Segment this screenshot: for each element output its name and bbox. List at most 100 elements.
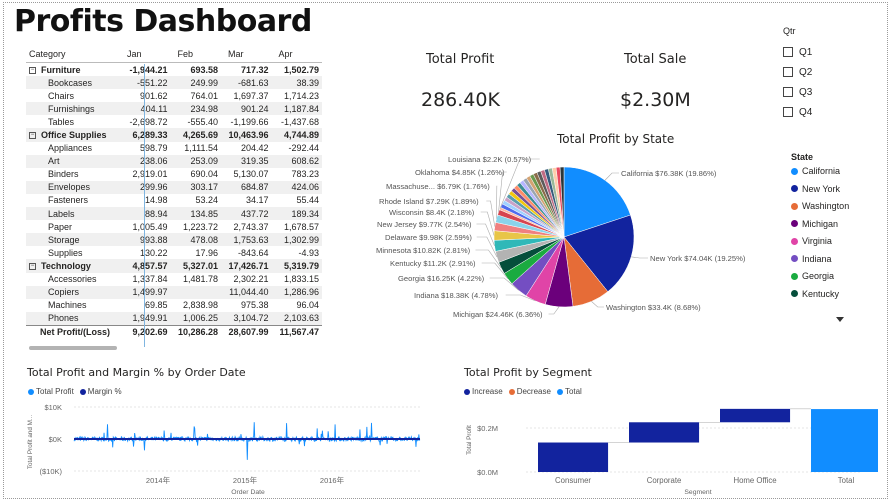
checkbox-icon[interactable] [783, 107, 793, 117]
checkbox-icon[interactable] [783, 47, 793, 57]
bar-total[interactable] [811, 409, 878, 472]
pie-legend-item-kentucky[interactable]: Kentucky [791, 289, 839, 299]
matrix-cell: 303.17 [190, 182, 218, 193]
matrix-cell: -551.22 [136, 77, 168, 88]
legend-dot-increase [464, 388, 470, 395]
line-chart-title: Total Profit and Margin % by Order Date [27, 366, 246, 379]
collapse-minus-icon[interactable]: − [29, 66, 36, 74]
matrix-category-row[interactable]: − Technology 4,857.57 5,327.01 17,426.71 5,31… [26, 259, 322, 273]
pie-legend-item-new-york[interactable]: New York [791, 184, 840, 194]
matrix-cell: 53.24 [195, 195, 218, 206]
pie-leader-line [591, 301, 604, 308]
matrix-cell: -681.63 [237, 77, 269, 88]
pie-legend-item-california[interactable]: California [791, 166, 840, 176]
matrix-subcategory-row[interactable]: Accessories 1,337.84 1,481.78 2,302.21 1,833… [26, 273, 322, 286]
matrix-subcategory-row[interactable]: Art 238.06 253.09 319.35 608.62 [26, 154, 322, 168]
chevron-down-icon[interactable] [836, 317, 844, 322]
matrix-cell: 6,289.33 [132, 130, 168, 141]
pie-leader-line [496, 185, 498, 219]
slicer-item-q2[interactable]: Q2 [783, 62, 812, 82]
pie-label-new-york: New York $74.04K (19.25%) [650, 254, 746, 263]
matrix-subcategory-row[interactable]: Fasteners 14.98 53.24 34.17 55.44 [26, 194, 322, 207]
y-tick-label: $0.2M [477, 424, 498, 433]
matrix-cell: 11,567.47 [279, 326, 319, 337]
series-total-profit[interactable] [73, 422, 421, 460]
matrix-cell: 9,202.69 [132, 326, 168, 337]
matrix-header-feb[interactable]: Feb [171, 49, 222, 59]
matrix-row-label: Accessories [48, 274, 97, 285]
legend-label: Michigan [802, 218, 839, 229]
slicer-item-label: Q1 [799, 46, 813, 58]
pie-label-oklahoma: Oklahoma $4.85K (1.26%) [415, 168, 505, 177]
pie-label-rhode-island: Rhode Island $7.29K (1.89%) [379, 197, 479, 206]
matrix-header-jan[interactable]: Jan [120, 49, 171, 59]
matrix-cell: 1,223.72 [182, 221, 218, 232]
matrix-subcategory-row[interactable]: Labels 88.94 134.85 437.72 189.34 [26, 207, 322, 221]
pie-label-kentucky: Kentucky $11.2K (2.91%) [390, 259, 476, 268]
matrix-total-row[interactable]: Net Profit/(Loss) 9,202.69 10,286.28 28,607… [26, 324, 322, 338]
matrix-subcategory-row[interactable]: Envelopes 299.96 303.17 684.87 424.06 [26, 180, 322, 194]
matrix-row-label: Office Supplies [41, 130, 107, 141]
pie-leader-line [631, 256, 648, 259]
matrix-row-label: Envelopes [48, 182, 91, 193]
collapse-minus-icon[interactable]: − [29, 263, 36, 271]
legend-label-total-profit: Total Profit [36, 387, 74, 396]
matrix-cell: 2,302.21 [233, 274, 269, 285]
matrix-row-label: Labels [48, 208, 75, 219]
matrix-subcategory-row[interactable]: Machines 69.85 2,838.98 975.38 96.04 [26, 299, 322, 312]
matrix-cell: 96.04 [296, 300, 319, 311]
matrix-subcategory-row[interactable]: Furnishings 404.11 234.98 901.24 1,187.84 [26, 102, 322, 116]
matrix-cell: 34.17 [245, 195, 269, 206]
slicer-item-q1[interactable]: Q1 [783, 42, 812, 62]
collapse-minus-icon[interactable]: − [29, 132, 36, 140]
pie-legend-item-virginia[interactable]: Virginia [791, 236, 832, 246]
matrix-subcategory-row[interactable]: Chairs 901.62 764.01 1,697.37 1,714.23 [26, 89, 322, 102]
matrix-subcategory-row[interactable]: Binders 2,919.01 690.04 5,130.07 783.23 [26, 168, 322, 181]
pie-legend-item-washington[interactable]: Washington [791, 201, 849, 211]
matrix-row-label: Phones [48, 313, 79, 324]
matrix-cell: 134.85 [190, 208, 218, 219]
profit-matrix[interactable]: Category Jan Feb Mar Apr − Furniture -1,94… [26, 46, 323, 347]
matrix-subcategory-row[interactable]: Copiers 1,499.97 11,044.40 1,286.96 [26, 285, 322, 299]
matrix-cell: 130.22 [139, 247, 168, 258]
matrix-cell: 424.06 [291, 182, 319, 193]
legend-dot [791, 185, 798, 192]
total-profit-value: 286.40K [421, 89, 500, 111]
legend-label: Virginia [802, 236, 832, 246]
slicer-item-q3[interactable]: Q3 [783, 82, 812, 102]
pie-legend-item-georgia[interactable]: Georgia [791, 271, 834, 281]
checkbox-icon[interactable] [783, 87, 793, 97]
matrix-subcategory-row[interactable]: Supplies 130.22 17.96 -843.64 -4.93 [26, 246, 322, 259]
matrix-subcategory-row[interactable]: Phones 1,949.91 1,006.25 3,104.72 2,103.63 [26, 311, 322, 325]
matrix-header-category[interactable]: Category [26, 49, 120, 59]
pie-chart[interactable]: California $76.38K (19.86%) New York $74.… [360, 150, 780, 330]
matrix-header-mar[interactable]: Mar [221, 49, 272, 59]
waterfall-chart[interactable]: $0.2M $0.0M Consumer Corporate Home Office To… [458, 398, 878, 498]
matrix-cell: 88.94 [144, 208, 168, 219]
checkbox-icon[interactable] [783, 67, 793, 77]
bar-home-office[interactable] [720, 408, 791, 423]
matrix-category-row[interactable]: − Furniture -1,944.21 693.58 717.32 1,502.79 [26, 63, 322, 76]
pie-legend-item-michigan[interactable]: Michigan [791, 219, 838, 229]
matrix-row-label: Furniture [41, 64, 81, 75]
matrix-subcategory-row[interactable]: Bookcases -551.22 249.99 -681.63 38.39 [26, 76, 322, 90]
pie-legend-item-indiana[interactable]: Indiana [791, 254, 832, 264]
legend-dot-margin [79, 388, 86, 395]
matrix-cell: -1,199.66 [230, 116, 269, 127]
x-tick-label: 2014年 [146, 475, 171, 485]
matrix-subcategory-row[interactable]: Storage 993.88 478.08 1,753.63 1,302.99 [26, 233, 322, 247]
matrix-subcategory-row[interactable]: Paper 1,005.49 1,223.72 2,743.37 1,678.57 [26, 220, 322, 233]
pie-label-new-jersey: New Jersey $9.77K (2.54%) [377, 220, 472, 229]
matrix-subcategory-row[interactable]: Tables -2,698.72 -555.40 -1,199.66 -1,437.68 [26, 115, 322, 128]
slicer-item-q4[interactable]: Q4 [783, 102, 812, 122]
line-chart[interactable]: $10K $0K ($10K) 2014年 2015年 2016年 Order Date To… [18, 396, 428, 498]
matrix-category-row[interactable]: − Office Supplies 6,289.33 4,265.69 10,463.9… [26, 128, 322, 142]
matrix-horizontal-scrollbar[interactable] [29, 346, 117, 350]
bar-corporate[interactable] [629, 422, 700, 443]
matrix-row-label: Bookcases [48, 77, 93, 88]
matrix-cell: 1,502.79 [283, 64, 319, 75]
matrix-header-apr[interactable]: Apr [272, 49, 323, 59]
bar-consumer[interactable] [538, 442, 609, 472]
matrix-subcategory-row[interactable]: Appliances 598.79 1,111.54 204.42 -292.44 [26, 142, 322, 155]
matrix-cell: -843.64 [237, 247, 269, 258]
